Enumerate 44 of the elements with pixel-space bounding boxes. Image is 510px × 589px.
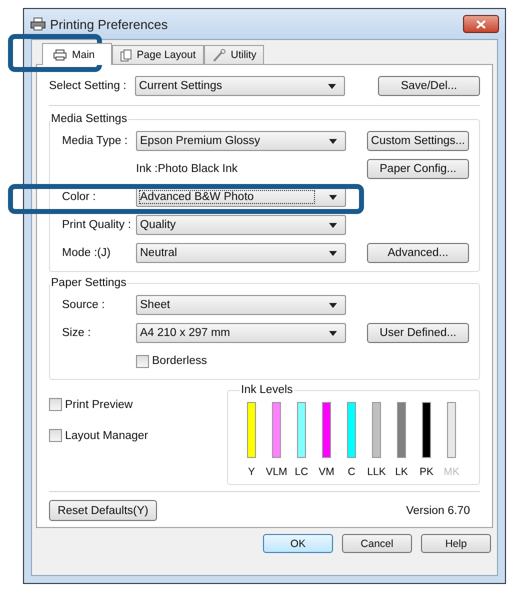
- checkbox[interactable]: Layout Manager: [49, 429, 227, 442]
- group-title: Paper Settings: [50, 277, 128, 289]
- tab[interactable]: Utility: [204, 45, 264, 64]
- dialog-button[interactable]: OK: [263, 534, 333, 553]
- ink-label: LC: [294, 466, 308, 478]
- reset-defaults-button[interactable]: Reset Defaults(Y): [49, 500, 157, 521]
- dropdown[interactable]: Current Settings: [135, 76, 345, 96]
- dialog-button[interactable]: Cancel: [342, 534, 412, 553]
- field-label: Source :: [61, 299, 106, 311]
- ink-info-text: Ink :Photo Black Ink: [136, 163, 239, 175]
- dropdown[interactable]: Advanced B&W Photo: [136, 187, 346, 207]
- dropdown[interactable]: Quality: [136, 215, 346, 235]
- ink-label: MK: [444, 466, 460, 478]
- ink-label: VLM: [266, 466, 288, 478]
- settings-button[interactable]: Advanced...: [367, 243, 469, 263]
- tab[interactable]: Page Layout: [112, 45, 204, 64]
- field-label: Media Type :: [61, 135, 129, 147]
- field-label: Color :: [61, 191, 97, 203]
- dropdown[interactable]: Epson Premium Glossy: [136, 131, 346, 151]
- ink-label: PK: [419, 466, 434, 478]
- ink-label: LLK: [367, 466, 386, 478]
- window-title: Printing Preferences: [50, 16, 168, 32]
- tab[interactable]: Main: [42, 43, 112, 65]
- settings-button[interactable]: Custom Settings...: [367, 131, 469, 151]
- dropdown[interactable]: A4 210 x 297 mm: [136, 323, 346, 343]
- group-title: Media Settings: [50, 113, 128, 125]
- version-text: Version 6.70: [406, 504, 471, 516]
- field-label: Print Quality :: [61, 219, 132, 231]
- dropdown[interactable]: Neutral: [136, 243, 346, 263]
- settings-button[interactable]: User Defined...: [367, 323, 469, 343]
- checkbox[interactable]: Borderless: [136, 354, 207, 368]
- field-label: Size :: [61, 327, 92, 339]
- ink-label: Y: [248, 466, 255, 478]
- save-delete-button[interactable]: Save/Del...: [378, 76, 480, 96]
- dialog-button[interactable]: Help: [421, 534, 491, 553]
- ink-label: C: [348, 466, 356, 478]
- field-label: Select Setting :: [49, 80, 128, 92]
- ink-label: VM: [318, 466, 334, 478]
- group-title: Ink Levels: [240, 384, 294, 396]
- checkbox[interactable]: Print Preview: [49, 398, 227, 411]
- settings-button[interactable]: Paper Config...: [367, 159, 469, 179]
- dropdown[interactable]: Sheet: [136, 295, 346, 315]
- ink-label: LK: [395, 466, 408, 478]
- field-label: Mode :(J): [61, 247, 112, 259]
